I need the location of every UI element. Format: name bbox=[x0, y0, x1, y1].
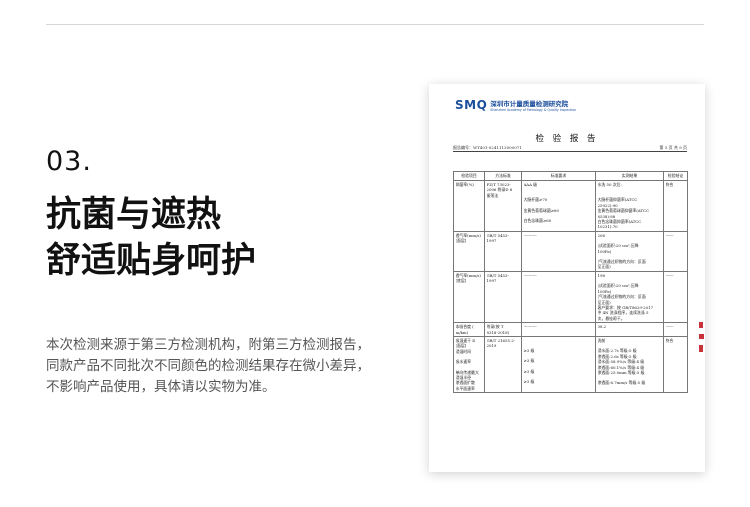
table-cell-method: GB/T 21655.2- 2019 bbox=[484, 335, 522, 394]
headline: 抗菌与遮热 舒适贴身呵护 bbox=[46, 192, 256, 284]
cell-text: 10231):70 bbox=[597, 224, 618, 230]
results-table: 检验项目 方法标准 标准要求 实测结果 检验结论 抑菌率(%) FZ/T 73023- 20… bbox=[453, 171, 688, 394]
headline-line-1: 抗菌与遮热 bbox=[46, 195, 222, 235]
table-cell-requirement: ≥3 级 ≥3 级 ≥3 级 ≥3 级 bbox=[521, 335, 596, 394]
table-cell-result: 198 (试验面积:20 cm²,压降 100Pa) (气流通过织物的方向：反面 至正面… bbox=[595, 270, 664, 324]
cell-text: [面层] bbox=[455, 238, 467, 244]
test-source-notice: 本次检测来源于第三方检测机构，附第三方检测报告， 同款产品不同批次不同颜色的检测… bbox=[46, 335, 370, 398]
notice-line-1: 本次检测来源于第三方检测机构，附第三方检测报告， bbox=[46, 337, 370, 353]
table-cell-method: GB/T 5453- 1997 bbox=[484, 270, 522, 324]
table-cell-method: GB/T 5453- 1997 bbox=[484, 230, 522, 272]
table-cell-result: 38.2 bbox=[595, 322, 664, 337]
table-cell-conclusion: ------ bbox=[663, 322, 688, 337]
table-cell-method: 附录(按 T 8318-2018) bbox=[484, 322, 522, 337]
table-cell-item: 抑菌率(%) bbox=[453, 180, 485, 232]
cell-text: 次，悬挂晾干。 bbox=[597, 315, 625, 321]
side-stamp-mark bbox=[697, 320, 706, 360]
cell-text: ------ bbox=[665, 272, 674, 278]
cell-text: ------ bbox=[665, 232, 674, 238]
cell-text: 8318-2018) bbox=[486, 329, 510, 335]
cell-text: 1997 bbox=[486, 238, 497, 244]
cell-text: ---------- bbox=[523, 232, 537, 238]
column-header: 检验项目 bbox=[453, 171, 485, 181]
table-cell-requirement: ---------- bbox=[521, 322, 596, 337]
section-number: 03. bbox=[46, 146, 92, 177]
cell-text: ---------- bbox=[523, 324, 537, 330]
cell-text: 符合 bbox=[665, 337, 674, 343]
cell-text: ≥3 级 bbox=[523, 379, 535, 385]
table-cell-conclusion: ------ bbox=[663, 230, 688, 272]
table-cell-conclusion: ------ bbox=[663, 270, 688, 324]
test-report-page: SMQ 深圳市计量质量检测研究院 Shenzhen Academy of Met… bbox=[429, 84, 705, 472]
cell-text: ---------- bbox=[523, 272, 537, 278]
report-title: 检 验 报 告 bbox=[535, 134, 599, 144]
table-row: 透气率(mm/s) [面层] GB/T 5453- 1997 ---------- 206… bbox=[453, 230, 688, 272]
column-header: 检验结论 bbox=[663, 171, 688, 181]
table-cell-result: 洗前 浸水面:2.7s 等级:5 级渗透面:2.6s 等级:5 级浸水面:58.9… bbox=[595, 335, 664, 394]
cell-text: 38.2 bbox=[597, 324, 607, 330]
logo-institute-name: 深圳市计量质量检测研究院 bbox=[490, 100, 569, 108]
table-row: 吸湿速干 Ⅱ [面层] 浸湿时间 吸水速率 单向传递最大 浸湿半径 渗透面扩散 水平面… bbox=[453, 335, 688, 394]
table-row: 抑菌率(%) FZ/T 73023- 2006 附录D 8 振荡法 AAA 级大肠杆菌≥… bbox=[453, 180, 688, 232]
test-report-image: SMQ 深圳市计量质量检测研究院 Shenzhen Academy of Met… bbox=[429, 84, 705, 472]
table-row: 透气率(mm/s) [底层] GB/T 5453- 1997 ---------- 198… bbox=[453, 270, 688, 324]
cell-text: ------ bbox=[665, 324, 674, 330]
table-cell-requirement: ---------- bbox=[521, 230, 596, 272]
table-cell-result: 206 (试验面积:20 cm²,压降 100Pa) (气流通过织物的方向：反面 至正面… bbox=[595, 230, 664, 272]
table-cell-method: FZ/T 73023- 2006 附录D 8 振荡法 bbox=[484, 180, 522, 232]
cell-text: 1997 bbox=[486, 278, 497, 284]
cell-text: 至正面) bbox=[597, 264, 611, 270]
table-cell-item: 本吸合度 (m/km) bbox=[453, 322, 485, 337]
cell-text: 2019 bbox=[486, 343, 497, 349]
cell-text: [底层] bbox=[455, 278, 467, 284]
table-cell-conclusion: 符合 bbox=[663, 180, 688, 232]
cell-text: 白色念珠菌≥60 bbox=[523, 218, 552, 224]
column-header: 标准要求 bbox=[521, 171, 596, 181]
table-cell-requirement: ---------- bbox=[521, 270, 596, 324]
column-header: 实测结果 bbox=[595, 171, 664, 181]
cell-text: 水平面速率 bbox=[455, 385, 475, 391]
cell-text: m/km) bbox=[455, 329, 469, 335]
table-cell-item: 透气率(mm/s) [底层] bbox=[453, 270, 485, 324]
table-cell-requirement: AAA 级大肠杆菌≥70 金黄色葡萄球菌≥80 白色念珠菌≥60 bbox=[521, 180, 596, 232]
notice-line-3: 不影响产品使用，具体请以实物为准。 bbox=[46, 379, 276, 395]
table-cell-item: 吸湿速干 Ⅱ [面层] 浸湿时间 吸水速率 单向传递最大 浸湿半径 渗透面扩散 水平面… bbox=[453, 335, 485, 394]
logo-mark: SMQ bbox=[455, 98, 488, 112]
results-header-row: 检验项目 方法标准 标准要求 实测结果 检验结论 bbox=[453, 171, 688, 181]
logo-text: 深圳市计量质量检测研究院 Shenzhen Academy of Metrolo… bbox=[490, 98, 576, 112]
top-divider bbox=[46, 24, 704, 25]
smq-logo: SMQ 深圳市计量质量检测研究院 Shenzhen Academy of Met… bbox=[455, 98, 576, 112]
column-header: 方法标准 bbox=[484, 171, 522, 181]
table-cell-item: 透气率(mm/s) [面层] bbox=[453, 230, 485, 272]
table-row: 本吸合度 (m/km) 附录(按 T 8318-2018) ---------- 38.… bbox=[453, 322, 688, 337]
report-header-rule bbox=[453, 151, 687, 152]
cell-text: 符合 bbox=[665, 182, 674, 187]
cell-text: 抑菌率(%) bbox=[455, 182, 474, 187]
cell-text: 渗透面:6.7mm/s 等级:5 级 bbox=[597, 380, 646, 386]
table-cell-conclusion: 符合 bbox=[663, 335, 688, 394]
headline-line-2: 舒适贴身呵护 bbox=[46, 241, 257, 281]
cell-text: 振荡法 bbox=[486, 192, 499, 198]
table-cell-result: 水洗 50 次后: 大肠杆菌抑菌率(ATCC 25922):90 金黄色葡萄球菌抑菌率… bbox=[595, 180, 664, 232]
logo-institute-name-en: Shenzhen Academy of Metrology & Quality … bbox=[490, 108, 577, 112]
notice-line-2: 同款产品不同批次不同颜色的检测结果存在微小差异， bbox=[46, 358, 370, 374]
